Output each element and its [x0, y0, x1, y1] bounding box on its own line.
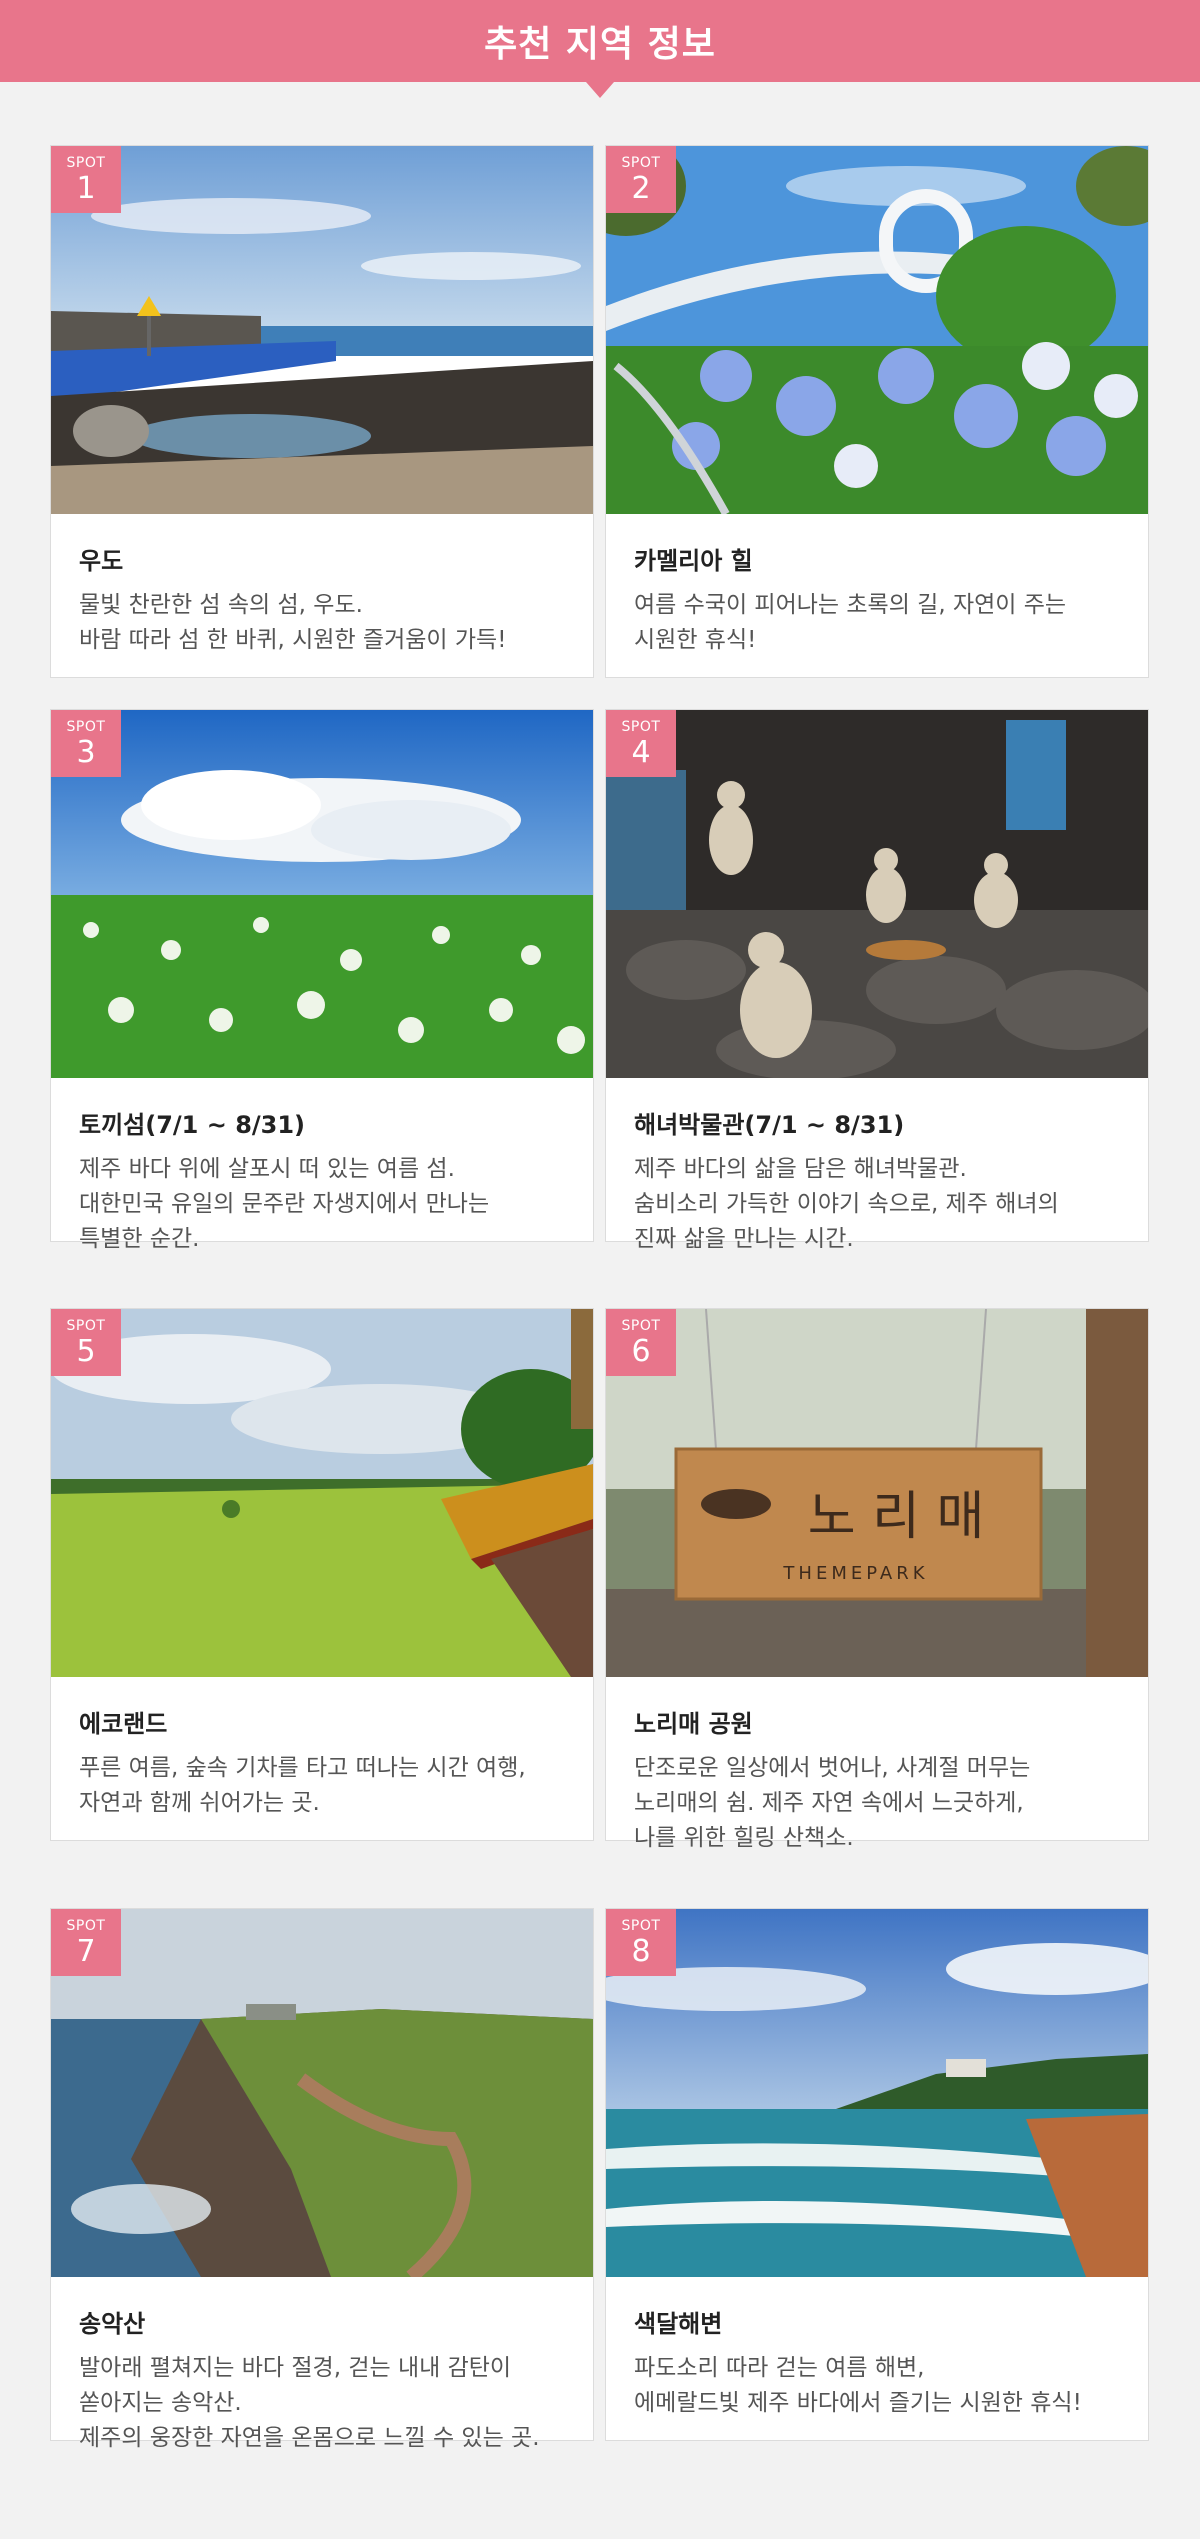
coastal-rocks-photo	[51, 146, 593, 514]
spot-title: 토끼섬(7/1 ~ 8/31)	[79, 1111, 306, 1139]
spot-card-1[interactable]: SPOT 1 우도 물빛 찬란한 섬 속의 섬, 우도. 바람 따라 섬 한 바…	[50, 145, 594, 678]
forest-train-photo	[51, 1309, 593, 1677]
cliff-trail-photo	[51, 1909, 593, 2277]
spot-badge: SPOT 2	[606, 146, 676, 213]
spot-card-5[interactable]: SPOT 5 에코랜드 푸른 여름, 숲속 기차를 타고 떠나는 시간 여행, …	[50, 1308, 594, 1841]
spot-title: 카멜리아 힐	[634, 547, 753, 575]
spot-badge: SPOT 7	[51, 1909, 121, 1976]
spot-card-6[interactable]: 노 리 매 THEMEPARK SPOT 6 노리매 공원 단조로운 일상에서 …	[605, 1308, 1149, 1851]
page-title: 추천 지역 정보	[484, 24, 716, 65]
spot-badge: SPOT 1	[51, 146, 121, 213]
spot-badge: SPOT 5	[51, 1309, 121, 1376]
spot-card-2[interactable]: SPOT 2 카멜리아 힐 여름 수국이 피어나는 초록의 길, 자연이 주는 …	[605, 145, 1149, 678]
spot-title: 에코랜드	[79, 1710, 168, 1738]
sign-subtitle: THEMEPARK	[782, 1563, 928, 1584]
spot-badge: SPOT 4	[606, 710, 676, 777]
spot-description: 파도소리 따라 걷는 여름 해변, 에메랄드빛 제주 바다에서 즐기는 시원한 …	[634, 2355, 1082, 2416]
spot-badge: SPOT 6	[606, 1309, 676, 1376]
sign-title: 노 리 매	[808, 1487, 985, 1547]
page-header: 추천 지역 정보	[0, 0, 1200, 98]
spot-title: 노리매 공원	[634, 1710, 753, 1738]
spot-badge: SPOT 8	[606, 1909, 676, 1976]
haenyeo-museum-photo	[606, 710, 1148, 1078]
spot-description: 여름 수국이 피어나는 초록의 길, 자연이 주는 시원한 휴식!	[634, 592, 1067, 653]
spot-badge: SPOT 3	[51, 710, 121, 777]
spot-card-3[interactable]: SPOT 3 토끼섬(7/1 ~ 8/31) 제주 바다 위에 살포시 떠 있는…	[50, 709, 594, 1252]
hydrangea-bridge-photo	[606, 146, 1148, 514]
spot-card-4[interactable]: SPOT 4 해녀박물관(7/1 ~ 8/31) 제주 바다의 삶을 담은 해녀…	[605, 709, 1149, 1252]
spot-title: 색달해변	[634, 2310, 723, 2338]
spot-description: 제주 바다의 삶을 담은 해녀박물관. 숨비소리 가득한 이야기 속으로, 제주…	[634, 1156, 1059, 1252]
lily-field-photo	[51, 710, 593, 1078]
spot-title: 해녀박물관(7/1 ~ 8/31)	[634, 1111, 905, 1139]
spot-description: 푸른 여름, 숲속 기차를 타고 떠나는 시간 여행, 자연과 함께 쉬어가는 …	[79, 1755, 526, 1816]
spot-description: 제주 바다 위에 살포시 떠 있는 여름 섬. 대한민국 유일의 문주란 자생지…	[79, 1156, 490, 1252]
spot-title: 우도	[79, 547, 124, 575]
spot-description: 단조로운 일상에서 벗어나, 사계절 머무는 노리매의 쉼. 제주 자연 속에서…	[634, 1755, 1031, 1851]
header-pointer	[586, 82, 614, 98]
spot-title: 송악산	[79, 2310, 146, 2338]
spot-description: 발아래 펼쳐지는 바다 절경, 걷는 내내 감탄이 쏟아지는 송악산. 제주의 …	[79, 2355, 540, 2451]
spot-card-7[interactable]: SPOT 7 송악산 발아래 펼쳐지는 바다 절경, 걷는 내내 감탄이 쏟아지…	[50, 1908, 594, 2451]
norimae-sign-photo: 노 리 매 THEMEPARK	[606, 1309, 1148, 1677]
beach-waves-photo	[606, 1909, 1148, 2277]
spot-card-8[interactable]: SPOT 8 색달해변 파도소리 따라 걷는 여름 해변, 에메랄드빛 제주 바…	[605, 1908, 1149, 2441]
spot-description: 물빛 찬란한 섬 속의 섬, 우도. 바람 따라 섬 한 바퀴, 시원한 즐거움…	[79, 592, 507, 653]
